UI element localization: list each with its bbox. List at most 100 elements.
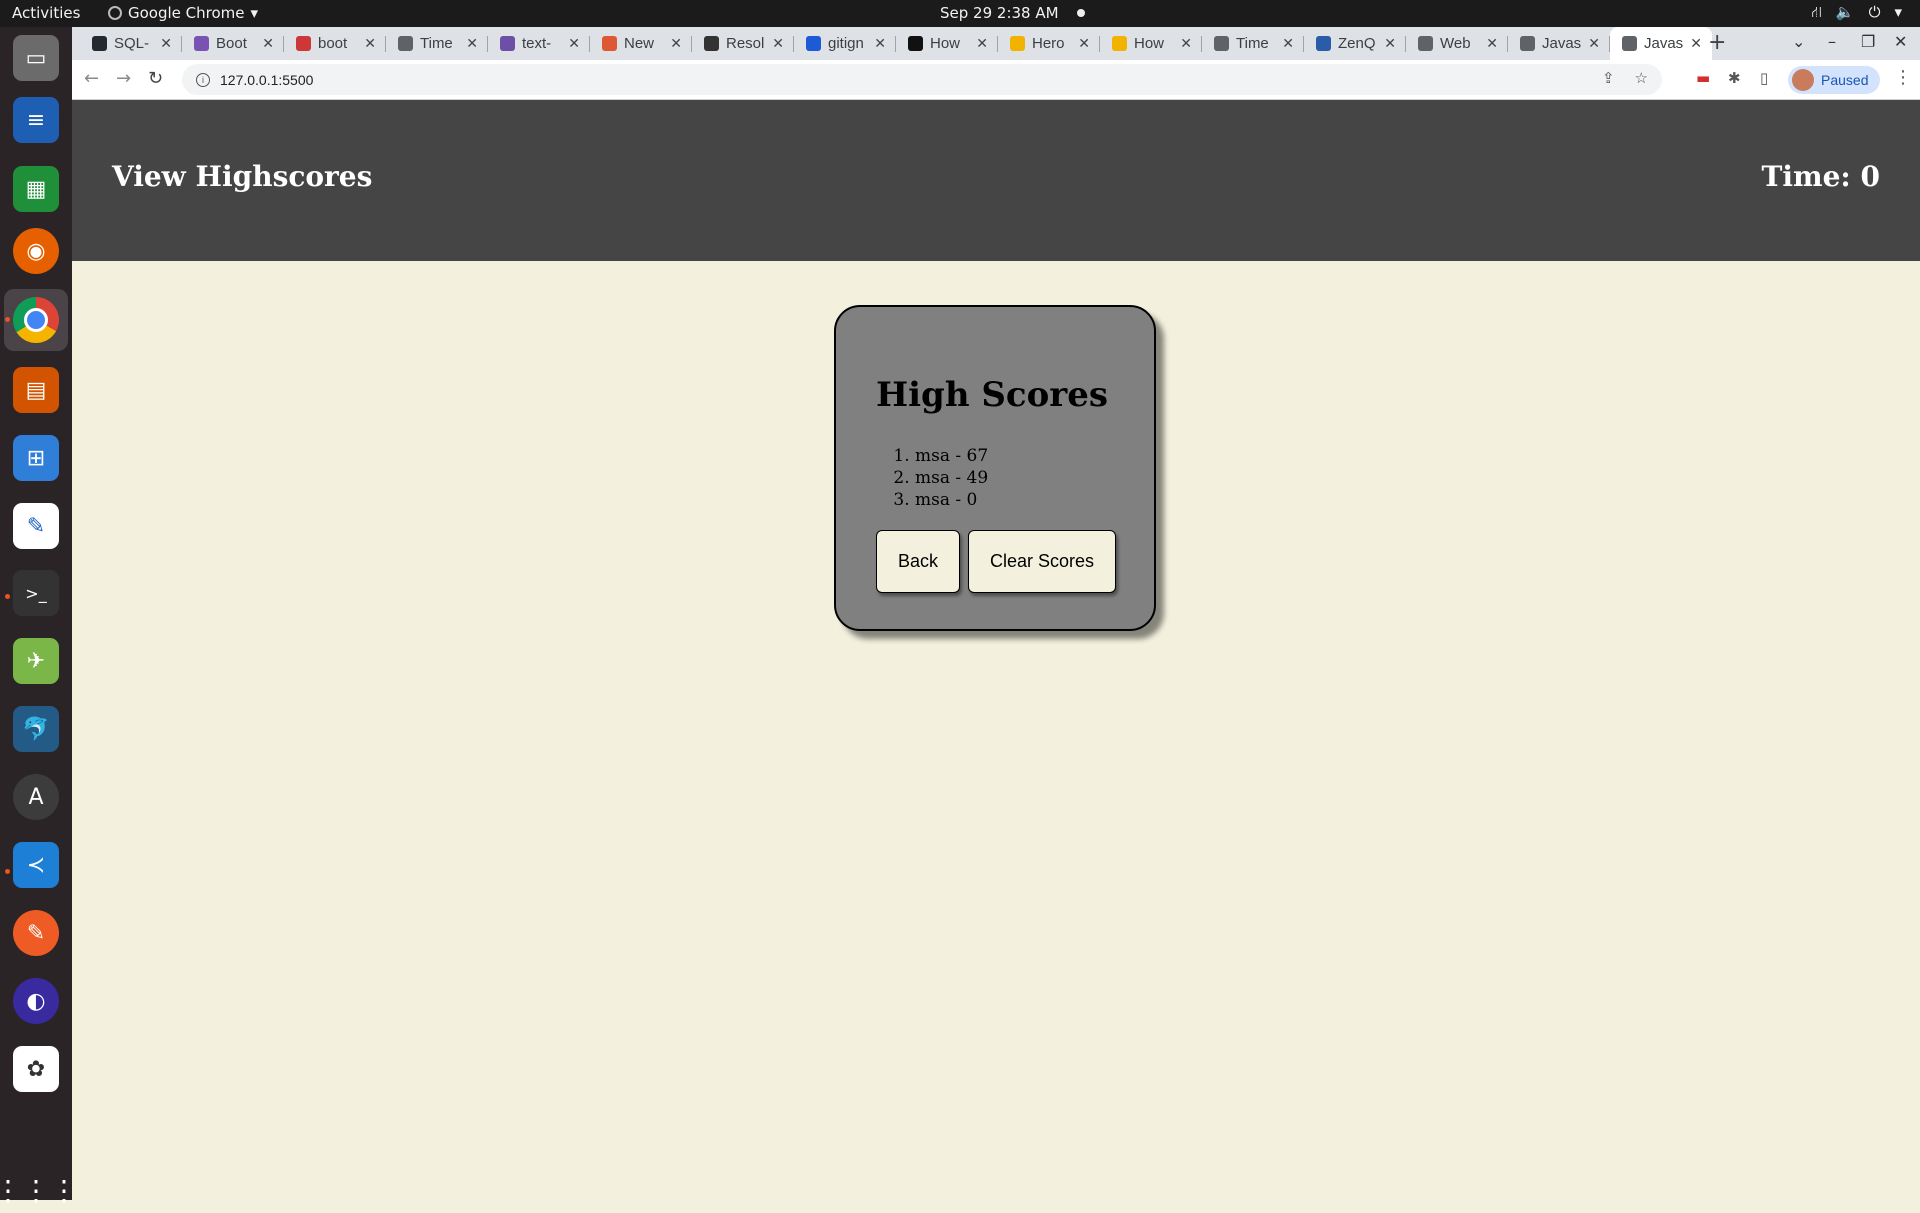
gimp-icon[interactable]: ✿ [13, 1046, 59, 1092]
eclipse-icon[interactable]: ◐ [13, 978, 59, 1024]
forward-arrow-icon[interactable]: → [116, 68, 131, 89]
close-tab-icon[interactable]: ✕ [976, 35, 988, 52]
url-text: 127.0.0.1:5500 [220, 71, 314, 88]
close-tab-icon[interactable]: ✕ [160, 35, 172, 52]
browser-tab[interactable]: How ✕ [1100, 27, 1202, 60]
app-name: Google Chrome [128, 4, 245, 22]
vscode-icon[interactable]: ≺ [13, 842, 59, 888]
tab-title: text- [522, 35, 552, 52]
browser-tab[interactable]: How ✕ [896, 27, 998, 60]
firefox-icon[interactable]: ◉ [13, 228, 59, 274]
mysql-workbench-icon[interactable]: 🐬 [13, 706, 59, 752]
side-panel-icon[interactable]: ▯ [1760, 69, 1768, 87]
text-editor-icon[interactable]: ✎ [13, 503, 59, 549]
browser-tab[interactable]: boot ✕ [284, 27, 386, 60]
browser-tab[interactable]: Time ✕ [1202, 27, 1304, 60]
browser-tab[interactable]: gitign ✕ [794, 27, 896, 60]
tab-strip: SQL- ✕ Boot ✕ boot ✕ Time ✕ text- ✕ New ✕ Resol ✕ giti… [72, 27, 1920, 60]
close-tab-icon[interactable]: ✕ [262, 35, 274, 52]
globe-icon [1214, 36, 1229, 51]
impress-icon[interactable]: ▤ [13, 367, 59, 413]
browser-tab[interactable]: Time ✕ [386, 27, 488, 60]
close-tab-icon[interactable]: ✕ [364, 35, 376, 52]
browser-tab[interactable]: Javas ✕ [1610, 27, 1712, 60]
system-top-bar: Activities Google Chrome ▾ Sep 29 2:38 A… [0, 0, 1920, 27]
clear-scores-button[interactable]: Clear Scores [968, 530, 1116, 593]
reload-icon[interactable]: ↻ [148, 68, 163, 89]
new-tab-button[interactable]: + [1708, 30, 1726, 55]
browser-tab[interactable]: ZenQ ✕ [1304, 27, 1406, 60]
close-tab-icon[interactable]: ✕ [466, 35, 478, 52]
highscores-card: High Scores msa - 67 msa - 49 msa - 0 Ba… [834, 305, 1156, 631]
files-icon[interactable]: ▭ [13, 35, 59, 81]
system-tray[interactable]: ⛙ 🔈 ⏻ ▾ [1811, 3, 1902, 23]
close-tab-icon[interactable]: ✕ [1282, 35, 1294, 52]
writer-icon[interactable]: ≡ [13, 97, 59, 143]
globe-icon [1520, 36, 1535, 51]
browser-tab[interactable]: Boot ✕ [182, 27, 284, 60]
score-item: msa - 67 [915, 445, 988, 467]
globe-icon [398, 36, 413, 51]
score-item: msa - 49 [915, 467, 988, 489]
app-menu[interactable]: Google Chrome ▾ [108, 4, 258, 22]
close-tab-icon[interactable]: ✕ [568, 35, 580, 52]
software-center-icon[interactable]: ⊞ [13, 435, 59, 481]
browser-tab[interactable]: Web ✕ [1406, 27, 1508, 60]
close-tab-icon[interactable]: ✕ [1690, 35, 1702, 52]
close-tab-icon[interactable]: ✕ [1078, 35, 1090, 52]
address-bar[interactable]: i 127.0.0.1:5500 ⇪ ☆ [182, 64, 1662, 95]
tab-title: Web [1440, 35, 1471, 52]
restore-icon[interactable]: ❐ [1861, 32, 1875, 51]
stackexchange-icon [908, 36, 923, 51]
close-tab-icon[interactable]: ✕ [1384, 35, 1396, 52]
close-tab-icon[interactable]: ✕ [1588, 35, 1600, 52]
close-tab-icon[interactable]: ✕ [1486, 35, 1498, 52]
running-indicator [5, 594, 10, 599]
postman-icon[interactable]: ✈ [13, 638, 59, 684]
puzzle-extensions-icon[interactable]: ✱ [1728, 69, 1741, 87]
web-page: View Highscores Time: 0 High Scores msa … [72, 100, 1920, 1200]
github-icon [92, 36, 107, 51]
minimize-icon[interactable]: – [1828, 32, 1836, 51]
close-tab-icon[interactable]: ✕ [772, 35, 784, 52]
view-highscores-link[interactable]: View Highscores [112, 160, 372, 193]
close-tab-icon[interactable]: ✕ [670, 35, 682, 52]
share-icon[interactable]: ⇪ [1602, 69, 1615, 87]
browser-tab[interactable]: SQL- ✕ [80, 27, 182, 60]
browser-tab[interactable]: text- ✕ [488, 27, 590, 60]
tab-search-icon[interactable]: ⌄ [1792, 32, 1805, 51]
close-window-icon[interactable]: ✕ [1894, 32, 1907, 51]
globe-icon [1418, 36, 1433, 51]
card-title: High Scores [876, 375, 1108, 415]
chrome-icon[interactable] [13, 297, 59, 343]
info-icon[interactable]: i [196, 72, 210, 87]
volume-icon: 🔈 [1835, 3, 1855, 21]
clock[interactable]: Sep 29 2:38 AM [940, 4, 1085, 22]
kebab-menu-icon[interactable]: ⋮ [1894, 67, 1912, 88]
back-arrow-icon[interactable]: ← [84, 68, 99, 89]
browser-tab[interactable]: Hero ✕ [998, 27, 1100, 60]
postman-orange-icon[interactable]: ✎ [13, 910, 59, 956]
browser-tab[interactable]: Javas ✕ [1508, 27, 1610, 60]
clock-text: Sep 29 2:38 AM [940, 4, 1059, 22]
close-tab-icon[interactable]: ✕ [874, 35, 886, 52]
running-indicator [5, 869, 10, 874]
updater-icon[interactable]: A [13, 774, 59, 820]
activities-button[interactable]: Activities [12, 4, 80, 22]
close-tab-icon[interactable]: ✕ [1180, 35, 1192, 52]
calc-icon[interactable]: ▦ [13, 166, 59, 212]
duckduckgo-icon [602, 36, 617, 51]
tab-title: Time [1236, 35, 1269, 52]
tab-title: ZenQ [1338, 35, 1376, 52]
browser-tab[interactable]: Resol ✕ [692, 27, 794, 60]
terminal-icon[interactable]: >_ [13, 570, 59, 616]
app-grid-icon[interactable]: ⋮⋮⋮ [0, 1167, 78, 1213]
bookmark-star-icon[interactable]: ☆ [1635, 69, 1648, 87]
browser-tab[interactable]: New ✕ [590, 27, 692, 60]
scores-list: msa - 67 msa - 49 msa - 0 [876, 445, 988, 511]
back-button[interactable]: Back [876, 530, 960, 593]
chevron-down-icon: ▾ [250, 4, 259, 22]
extension-icon[interactable]: ▬ [1696, 69, 1710, 87]
browser-toolbar: ← → ↻ i 127.0.0.1:5500 ⇪ ☆ ▬ ✱ ▯ Paused … [72, 60, 1920, 100]
profile-button[interactable]: Paused [1788, 66, 1880, 94]
